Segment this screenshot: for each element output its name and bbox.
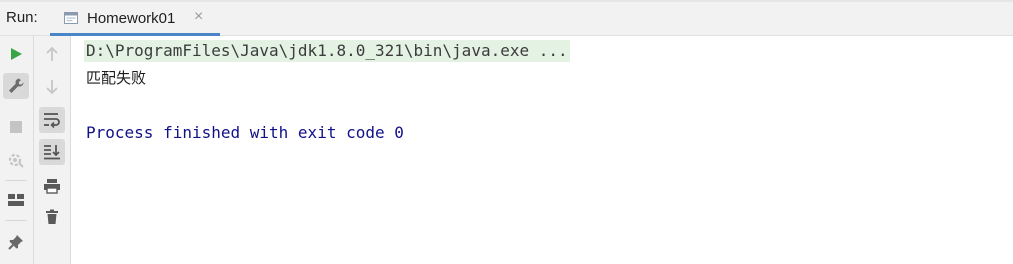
tab-run-configuration[interactable]: Homework01 × bbox=[50, 3, 220, 36]
layout-button[interactable] bbox=[3, 187, 29, 213]
trash-icon bbox=[46, 209, 58, 224]
wrench-icon bbox=[9, 78, 24, 93]
close-tab-icon[interactable]: × bbox=[194, 8, 203, 26]
run-tool-window-header: Run: Homework01 × bbox=[0, 0, 1013, 36]
run-label: Run: bbox=[6, 9, 38, 26]
down-arrow-icon bbox=[46, 80, 58, 95]
scroll-to-end-button[interactable] bbox=[39, 139, 65, 165]
layout-icon bbox=[8, 194, 24, 206]
stop-icon bbox=[10, 121, 22, 133]
toolbar-divider bbox=[5, 180, 27, 181]
rerun-icon bbox=[11, 48, 22, 60]
stop-button[interactable] bbox=[3, 114, 29, 140]
print-icon bbox=[44, 179, 60, 194]
run-toolbar-right bbox=[34, 36, 71, 264]
clear-all-button[interactable] bbox=[39, 204, 65, 230]
command-line[interactable]: D:\ProgramFiles\Java\jdk1.8.0_321\bin\ja… bbox=[84, 40, 570, 62]
tab-title: Homework01 bbox=[87, 10, 176, 27]
rerun-button[interactable] bbox=[3, 41, 29, 67]
exit-status-line: Process finished with exit code 0 bbox=[86, 123, 404, 142]
header-divider bbox=[0, 0, 1013, 2]
previous-occurrence-button[interactable] bbox=[39, 41, 65, 67]
restore-layout-button[interactable] bbox=[3, 147, 29, 173]
pin-icon bbox=[8, 235, 23, 250]
run-toolbar-left bbox=[0, 36, 34, 264]
up-arrow-icon bbox=[46, 46, 58, 61]
program-output-line: 匹配失败 bbox=[86, 69, 147, 87]
pin-button[interactable] bbox=[3, 229, 29, 255]
application-icon bbox=[64, 12, 78, 24]
console-output[interactable]: D:\ProgramFiles\Java\jdk1.8.0_321\bin\ja… bbox=[71, 36, 1013, 264]
scroll-to-end-icon bbox=[44, 145, 60, 160]
next-occurrence-button[interactable] bbox=[39, 74, 65, 100]
settings-button[interactable] bbox=[3, 73, 29, 99]
soft-wrap-button[interactable] bbox=[39, 107, 65, 133]
toolbar-divider bbox=[5, 220, 27, 221]
print-button[interactable] bbox=[39, 173, 65, 199]
restore-layout-icon bbox=[8, 153, 24, 168]
soft-wrap-icon bbox=[44, 113, 60, 128]
